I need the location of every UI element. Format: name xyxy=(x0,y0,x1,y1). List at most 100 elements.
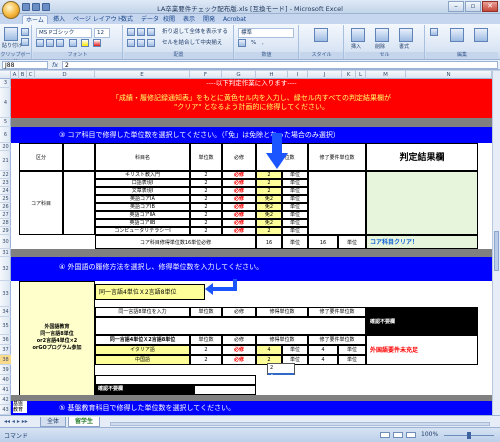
row-header[interactable]: 4 xyxy=(0,88,11,118)
language-earned-input[interactable]: 4 xyxy=(256,345,282,355)
underline-icon[interactable] xyxy=(56,39,64,47)
horizontal-scrollbar[interactable] xyxy=(110,422,490,426)
core-earned-select[interactable]: 免2 xyxy=(256,219,282,227)
tab-acrobat[interactable]: Acrobat xyxy=(220,15,249,24)
cut-icon[interactable] xyxy=(21,28,29,36)
row-header[interactable]: 6 xyxy=(0,127,11,143)
column-header[interactable]: I xyxy=(288,71,308,79)
language-method-select[interactable]: 同一言語4単位Ｘ2言語8単位 xyxy=(95,284,205,300)
row-header[interactable]: 28 xyxy=(0,219,11,227)
row-header[interactable]: 22 xyxy=(0,171,11,179)
column-header[interactable]: E xyxy=(95,71,190,79)
row-header[interactable]: 42 xyxy=(0,395,11,405)
core-earned-select[interactable]: 免2 xyxy=(256,195,282,203)
insert-cells-icon[interactable] xyxy=(351,28,365,42)
paste-icon[interactable] xyxy=(4,27,18,41)
row-header[interactable]: 24 xyxy=(0,187,11,195)
column-header[interactable]: J xyxy=(308,71,342,79)
language-name-select[interactable]: イタリア語 xyxy=(95,345,190,355)
row-header[interactable]: 43 xyxy=(0,405,11,415)
select-all-corner[interactable] xyxy=(0,71,11,79)
find-select-icon[interactable] xyxy=(474,28,488,42)
worksheet[interactable]: ----以下判定作業に入ります---- 「成績・履修記録通知表」をもとに黄色セル… xyxy=(11,79,492,415)
row-header[interactable]: 39 xyxy=(0,365,11,375)
column-header[interactable]: B xyxy=(19,71,27,79)
column-header[interactable]: H xyxy=(256,71,288,79)
copy-icon[interactable] xyxy=(21,38,29,46)
row-header[interactable]: 20 xyxy=(0,143,11,151)
normal-view-icon[interactable] xyxy=(380,432,390,438)
align-center-icon[interactable] xyxy=(137,39,145,47)
zoom-slider-handle[interactable] xyxy=(467,432,471,439)
row-header[interactable]: 36 xyxy=(0,335,11,345)
align-right-icon[interactable] xyxy=(147,39,155,47)
sheet-tab-zentai[interactable]: 全体 xyxy=(40,417,67,427)
tab-developer[interactable]: 開発 xyxy=(200,15,218,24)
number-format-select[interactable]: 標準 xyxy=(238,28,294,38)
tab-review[interactable]: 校閲 xyxy=(160,15,178,24)
save-icon[interactable] xyxy=(22,3,30,11)
row-header[interactable]: 26 xyxy=(0,203,11,211)
row-header[interactable]: 41 xyxy=(0,385,11,395)
column-header[interactable]: N xyxy=(406,71,492,79)
core-earned-select[interactable]: 2 xyxy=(256,179,282,187)
row-header[interactable]: 21 xyxy=(0,151,11,171)
close-button[interactable]: ✕ xyxy=(482,1,498,12)
fx-icon[interactable]: fx xyxy=(52,61,58,69)
column-header[interactable]: L xyxy=(356,71,366,79)
border-icon[interactable] xyxy=(69,39,77,47)
core-earned-select[interactable]: 免2 xyxy=(256,203,282,211)
tab-insert[interactable]: 挿入 xyxy=(50,15,68,24)
language-name-select[interactable]: 中国語 xyxy=(95,355,190,365)
dropdown-option[interactable]: 2 xyxy=(268,364,294,373)
restore-button[interactable]: ▫ xyxy=(465,1,481,12)
core-earned-select[interactable]: 2 xyxy=(256,171,282,179)
core-earned-select[interactable]: 2 xyxy=(256,187,282,195)
style-icon[interactable] xyxy=(314,28,328,42)
page-layout-view-icon[interactable] xyxy=(393,432,403,438)
tab-scroll-arrows-icon[interactable]: ◂◂ ◂ ▸ ▸▸ xyxy=(4,418,28,425)
column-header[interactable]: K xyxy=(342,71,356,79)
name-box[interactable]: J88 xyxy=(2,61,48,69)
row-header-selected[interactable]: 38 xyxy=(0,355,11,365)
undo-icon[interactable] xyxy=(32,3,40,11)
vertical-scrollbar[interactable] xyxy=(492,71,500,415)
align-left-icon[interactable] xyxy=(127,39,135,47)
merge-center-button[interactable]: セルを結合して中央揃え xyxy=(160,39,232,47)
column-header[interactable]: F xyxy=(190,71,222,79)
core-earned-select[interactable]: 免2 xyxy=(256,211,282,219)
align-top-icon[interactable] xyxy=(127,28,135,36)
tab-view[interactable]: 表示 xyxy=(180,15,198,24)
percent-button[interactable]: % xyxy=(249,39,258,47)
column-header[interactable]: G xyxy=(222,71,256,79)
tab-data[interactable]: データ xyxy=(138,15,162,24)
row-header[interactable]: 34 xyxy=(0,307,11,317)
row-header[interactable]: 27 xyxy=(0,211,11,219)
row-header[interactable]: 33 xyxy=(0,281,11,307)
column-header[interactable]: C xyxy=(27,71,35,79)
row-header[interactable]: 23 xyxy=(0,179,11,187)
font-size-select[interactable]: 12 xyxy=(94,28,110,38)
sheet-tab-ryugakusei[interactable]: 留学生 xyxy=(68,417,101,427)
row-header[interactable]: 31 xyxy=(0,249,11,257)
currency-icon[interactable] xyxy=(238,39,246,47)
scrollbar-thumb[interactable] xyxy=(494,231,499,271)
formula-input[interactable]: 2 xyxy=(62,61,498,69)
align-middle-icon[interactable] xyxy=(137,28,145,36)
row-header[interactable]: 37 xyxy=(0,345,11,355)
row-header[interactable]: 29 xyxy=(0,227,11,235)
row-header[interactable]: 35 xyxy=(0,317,11,335)
column-header[interactable]: D xyxy=(35,71,95,79)
row-header[interactable]: 30 xyxy=(0,235,11,249)
row-header[interactable]: 3 xyxy=(0,79,11,88)
minimize-button[interactable]: – xyxy=(448,1,464,12)
font-color-icon[interactable] xyxy=(93,39,101,47)
align-bottom-icon[interactable] xyxy=(147,28,155,36)
delete-cells-icon[interactable] xyxy=(375,28,389,42)
bold-icon[interactable] xyxy=(36,39,44,47)
font-name-select[interactable]: MS Pゴシック xyxy=(36,28,92,38)
format-cells-icon[interactable] xyxy=(399,28,413,42)
sum-icon[interactable] xyxy=(430,28,438,36)
column-header[interactable]: M xyxy=(366,71,406,79)
core-earned-select[interactable]: 2 xyxy=(256,227,282,235)
